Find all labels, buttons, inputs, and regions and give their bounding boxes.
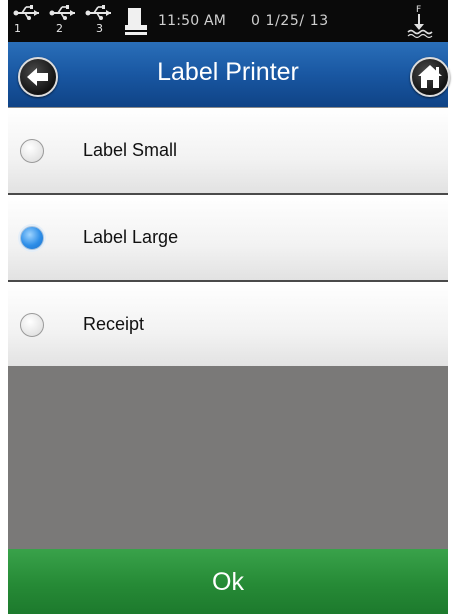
empty-area bbox=[8, 366, 448, 549]
home-button[interactable] bbox=[410, 57, 450, 97]
app-screen: 1 2 3 11:50 AM 0 1/25/ 13 F Label Printe… bbox=[0, 0, 455, 614]
radio-button[interactable] bbox=[20, 313, 44, 337]
usb-port-number: 1 bbox=[14, 22, 21, 35]
usb-icon: 2 bbox=[48, 3, 78, 39]
option-label-small[interactable]: Label Small bbox=[8, 107, 448, 195]
ship-anchor-icon: F bbox=[405, 2, 433, 40]
status-bar: 1 2 3 11:50 AM 0 1/25/ 13 F bbox=[8, 0, 448, 42]
printer-options-list: Label Small Label Large Receipt bbox=[8, 107, 448, 369]
status-date: 0 1/25/ 13 bbox=[251, 13, 329, 29]
printer-icon bbox=[124, 5, 148, 37]
option-label: Receipt bbox=[83, 314, 145, 334]
radio-button[interactable] bbox=[20, 139, 44, 163]
option-label: Label Large bbox=[83, 227, 179, 247]
page-title: Label Printer bbox=[157, 58, 299, 86]
header-bar: Label Printer bbox=[8, 42, 450, 107]
usb-port-number: 2 bbox=[56, 22, 63, 35]
ok-button[interactable]: Ok bbox=[8, 549, 448, 614]
status-time: 11:50 AM bbox=[158, 13, 227, 29]
option-receipt[interactable]: Receipt bbox=[8, 282, 448, 369]
radio-button-selected[interactable] bbox=[20, 226, 44, 250]
option-label-large[interactable]: Label Large bbox=[8, 195, 448, 282]
usb-icon: 1 bbox=[12, 3, 42, 39]
usb-icon: 3 bbox=[84, 3, 114, 39]
usb-port-number: 3 bbox=[96, 22, 103, 35]
ship-icon-letter: F bbox=[416, 5, 421, 15]
home-icon bbox=[418, 65, 442, 88]
ok-button-label: Ok bbox=[212, 568, 244, 596]
option-label: Label Small bbox=[83, 140, 178, 160]
